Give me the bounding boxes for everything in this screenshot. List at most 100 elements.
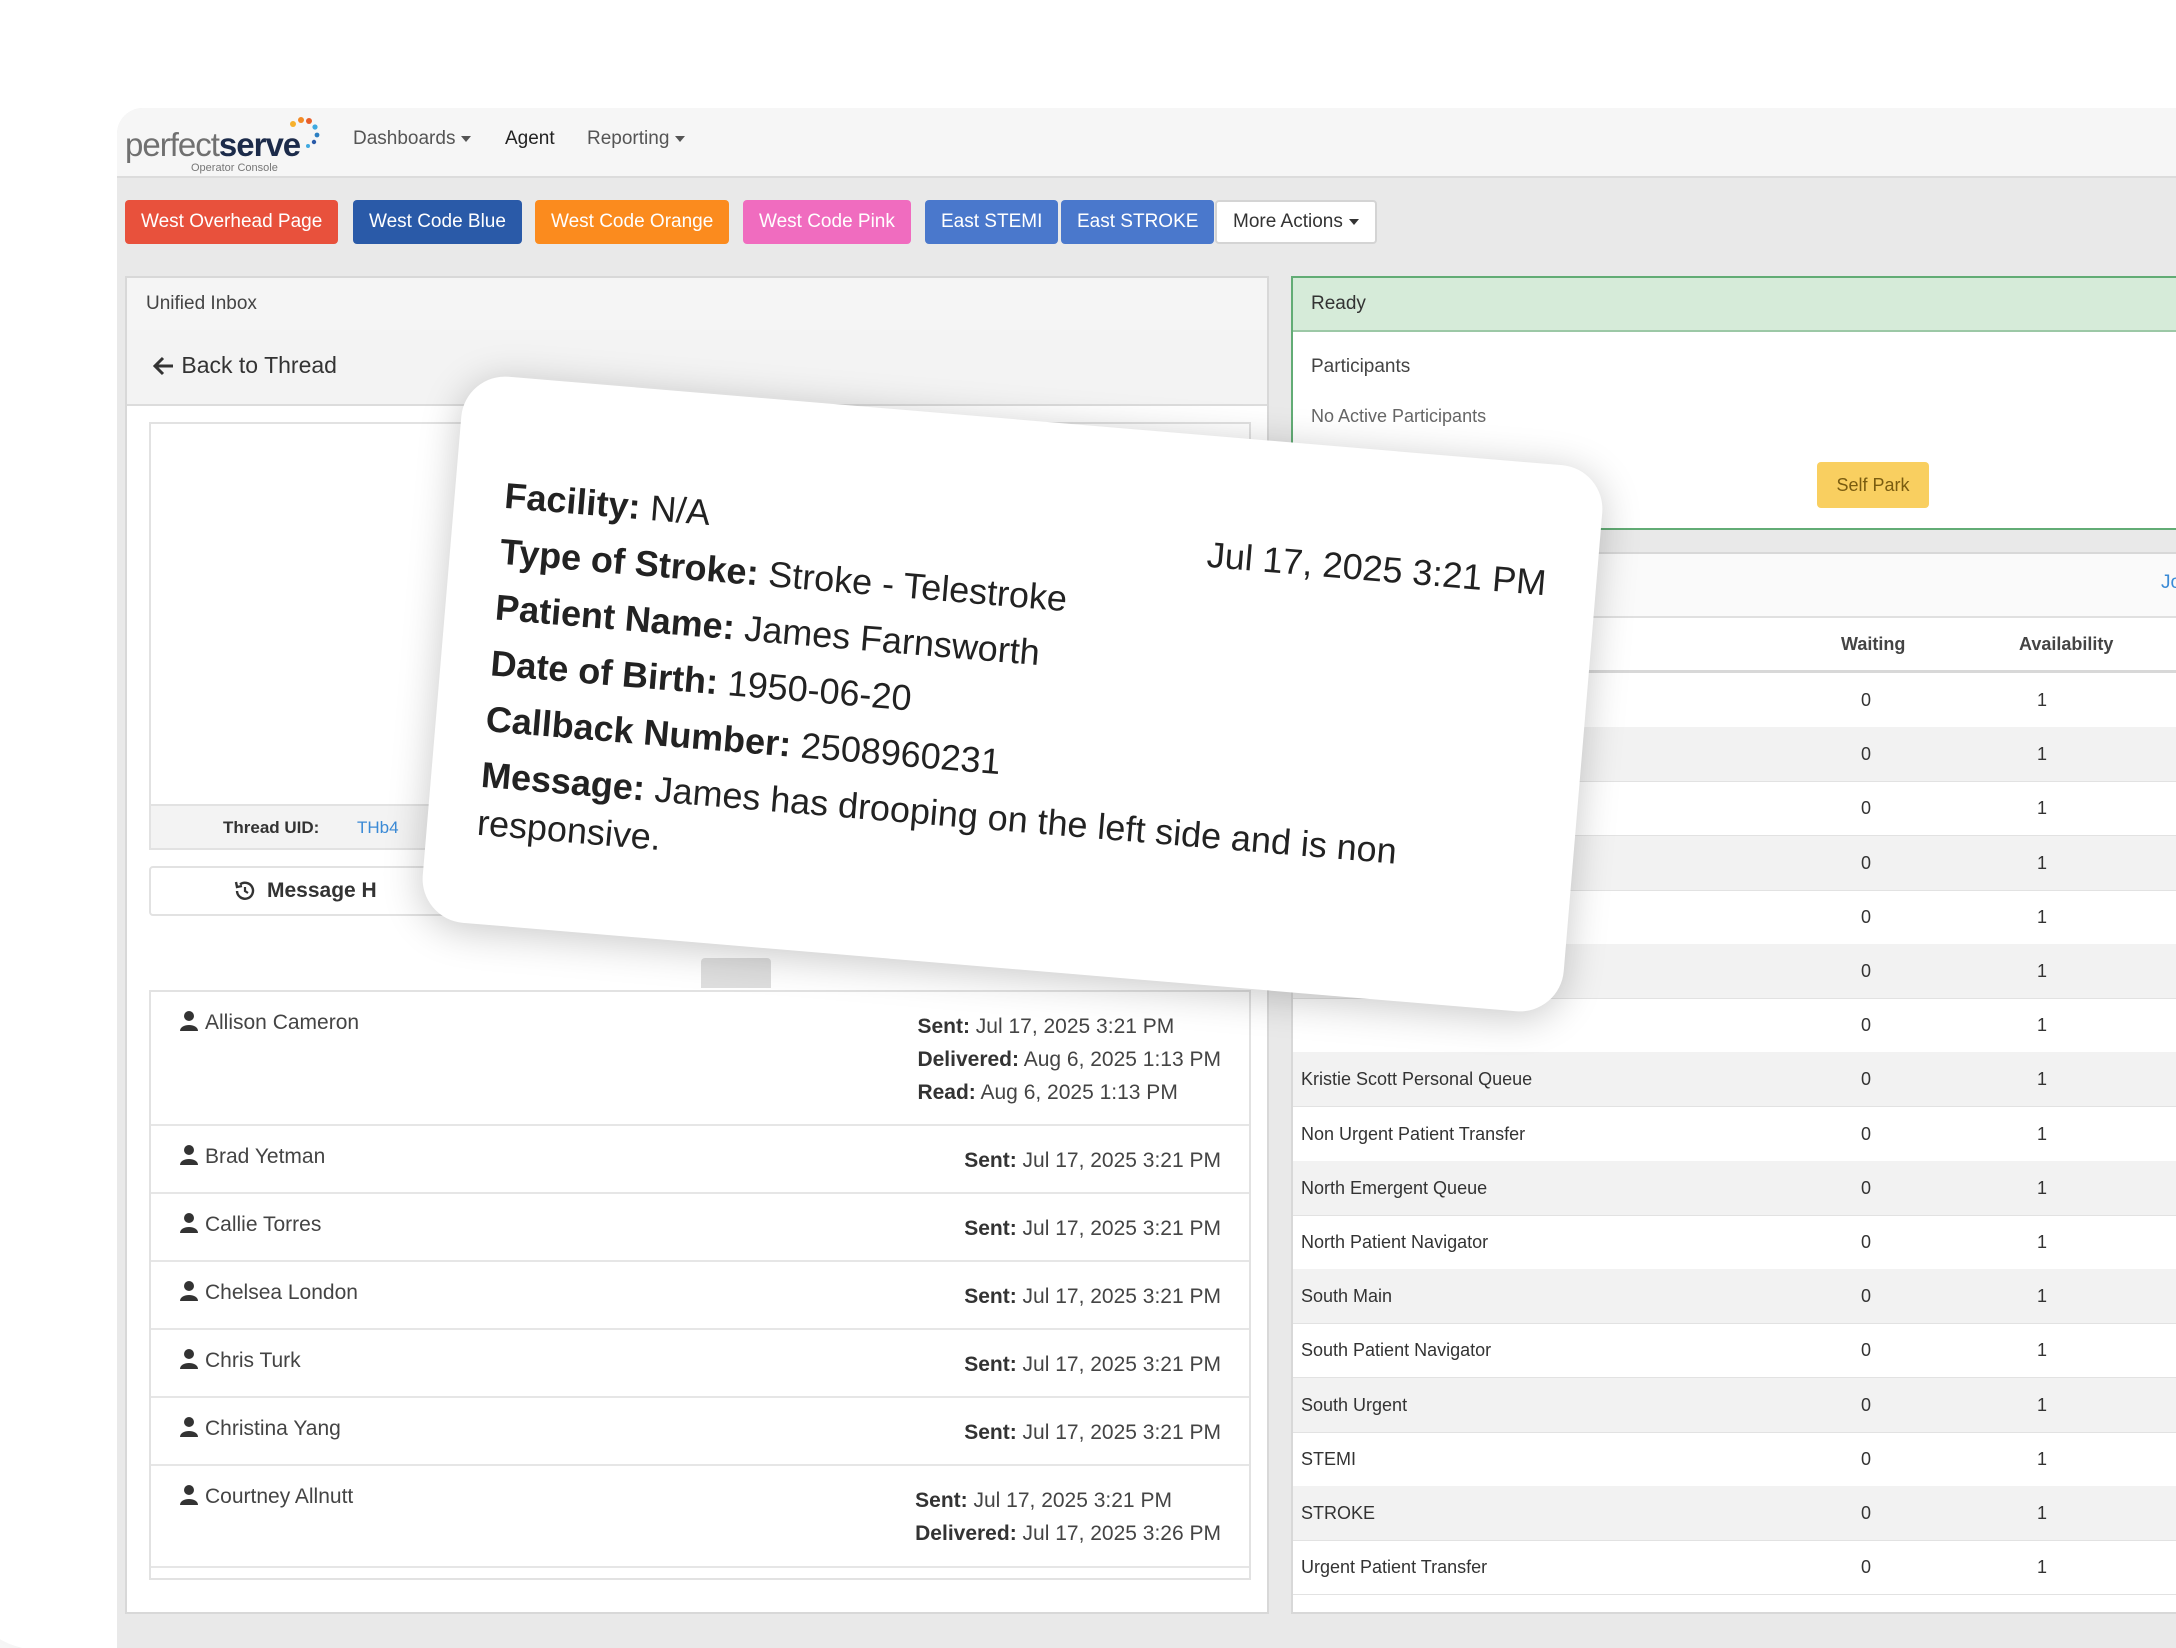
queue-waiting: 0 (1861, 1232, 1872, 1252)
queue-waiting: 0 (1861, 1069, 1872, 1090)
queue-row[interactable]: South Main 0 1 (1293, 1269, 2176, 1325)
recipient-status: Sent: Jul 17, 2025 3:21 PM (964, 1416, 1221, 1449)
sent-value: Jul 17, 2025 3:21 PM (1022, 1217, 1221, 1240)
status-title: Ready (1293, 278, 2176, 332)
queue-name: STROKE (1301, 1503, 1376, 1523)
field-value: 2508960231 (789, 723, 1003, 783)
nav-reporting-label: Reporting (587, 128, 670, 149)
sent-label: Sent: (917, 1015, 970, 1038)
sent-value: Jul 17, 2025 3:21 PM (1022, 1421, 1221, 1444)
recipient-list: Allison Cameron Sent: Jul 17, 2025 3:21 … (149, 990, 1251, 1580)
recipient-row: Allison Cameron Sent: Jul 17, 2025 3:21 … (151, 992, 1249, 1126)
queue-waiting: 0 (1861, 1123, 1872, 1144)
queue-row[interactable]: 01 (1293, 998, 2176, 1054)
queue-waiting: 0 (1861, 852, 1872, 873)
message-history-label: Message H (267, 879, 377, 902)
queue-row[interactable]: STROKE 0 1 (1293, 1486, 2176, 1541)
east-stroke-button[interactable]: East STROKE (1061, 200, 1215, 244)
message-timestamp: Jul 17, 2025 3:21 PM (1205, 533, 1548, 604)
queue-toolbar-link[interactable]: Jo (2161, 572, 2176, 594)
queue-waiting: 0 (1861, 798, 1872, 819)
recipient-name-text: Callie Torres (205, 1213, 322, 1236)
recipient-name: Courtney Allnutt (179, 1484, 353, 1509)
read-value: Aug 6, 2025 1:13 PM (980, 1081, 1178, 1104)
queue-name: South Patient Navigator (1301, 1340, 1492, 1361)
delivered-line: Delivered: Jul 17, 2025 3:26 PM (915, 1517, 1221, 1550)
column-waiting: Waiting (1841, 634, 1906, 654)
sent-value: Jul 17, 2025 3:21 PM (1022, 1353, 1221, 1376)
recipient-status: Sent: Jul 17, 2025 3:21 PM Delivered: Au… (917, 1010, 1221, 1109)
message-detail-card: Jul 17, 2025 3:21 PM Facility: N/A Type … (419, 373, 1606, 1015)
recipient-name-text: Courtney Allnutt (205, 1485, 354, 1508)
west-code-pink-button[interactable]: West Code Pink (743, 200, 911, 244)
queue-row[interactable]: Kristie Scott Personal Queue 0 1 (1293, 1052, 2176, 1108)
recipient-row: Brad Yetman Sent: Jul 17, 2025 3:21 PM (151, 1126, 1249, 1194)
sent-value: Jul 17, 2025 3:21 PM (975, 1015, 1175, 1038)
queue-row[interactable]: North Patient Navigator 0 1 (1293, 1215, 2176, 1270)
self-park-button[interactable]: Self Park (1817, 462, 1929, 508)
queue-availability: 1 (2037, 1503, 2048, 1523)
field-label: Date of Birth: (489, 642, 720, 703)
queue-waiting: 0 (1861, 906, 1872, 927)
recipient-row: Christina Yang Sent: Jul 17, 2025 3:21 P… (151, 1398, 1249, 1466)
logo-subtitle: Operator Console (191, 162, 278, 174)
inbox-title: Unified Inbox (127, 278, 1267, 332)
queue-row[interactable]: South Urgent 0 1 (1293, 1377, 2176, 1433)
field-facility: Facility: N/A (503, 475, 712, 534)
field-label: Message: (479, 753, 647, 809)
sent-value: Jul 17, 2025 3:21 PM (1022, 1149, 1221, 1172)
perfectserve-logo[interactable]: perfectserve Operator Console (125, 114, 325, 174)
recipient-name: Chelsea London (179, 1280, 358, 1305)
queue-waiting: 0 (1861, 1177, 1872, 1198)
message-continuation: responsive. (475, 801, 663, 859)
sent-label: Sent: (915, 1489, 968, 1512)
queue-availability: 1 (2037, 1286, 2048, 1307)
queue-row[interactable]: South Patient Navigator 0 1 (1293, 1323, 2176, 1379)
west-overhead-page-button[interactable]: West Overhead Page (125, 200, 339, 244)
queue-row[interactable]: Non Urgent Patient Transfer 0 1 (1293, 1107, 2176, 1162)
west-code-blue-button[interactable]: West Code Blue (353, 200, 522, 244)
nav-dashboards-label: Dashboards (353, 128, 456, 149)
person-icon (180, 1145, 198, 1165)
recipient-name: Brad Yetman (179, 1144, 325, 1169)
east-stemi-button[interactable]: East STEMI (925, 200, 1059, 244)
top-navbar: perfectserve Operator Console Dashboards… (117, 108, 2176, 178)
delivered-value: Aug 6, 2025 1:13 PM (1023, 1048, 1221, 1071)
sent-label: Sent: (964, 1285, 1017, 1308)
west-code-orange-button[interactable]: West Code Orange (535, 200, 730, 244)
person-icon (180, 1213, 198, 1233)
logo-part-perfect: perfect (125, 126, 220, 163)
caret-down-icon (461, 135, 472, 142)
thread-uid-value[interactable]: THb4 (357, 818, 399, 838)
recipient-name-text: Allison Cameron (205, 1011, 360, 1034)
queue-row[interactable]: STEMI 0 1 (1293, 1432, 2176, 1487)
queue-availability: 1 (2037, 852, 2048, 873)
recipient-name: Chris Turk (179, 1348, 301, 1373)
back-to-thread-link[interactable]: Back to Thread (152, 352, 337, 379)
recipient-status: Sent: Jul 17, 2025 3:21 PM (964, 1212, 1221, 1245)
history-icon (234, 881, 255, 900)
queue-availability: 1 (2037, 1557, 2048, 1578)
queue-row[interactable]: Urgent Patient Transfer 0 1 (1293, 1540, 2176, 1596)
sent-line: Sent: Jul 17, 2025 3:21 PM (915, 1484, 1221, 1517)
queue-availability: 1 (2037, 1015, 2048, 1036)
nav-agent[interactable]: Agent (505, 128, 555, 150)
queue-availability: 1 (2037, 744, 2048, 765)
field-label: Callback Number: (484, 698, 793, 765)
queue-waiting: 0 (1861, 1286, 1872, 1307)
person-icon (180, 1281, 198, 1301)
field-label: Patient Name: (493, 586, 737, 648)
recipient-name: Christina Yang (179, 1416, 341, 1441)
recipient-row: Chelsea London Sent: Jul 17, 2025 3:21 P… (151, 1262, 1249, 1330)
arrow-left-icon (152, 356, 173, 376)
queue-row[interactable]: North Emergent Queue 0 1 (1293, 1160, 2176, 1216)
more-actions-dropdown[interactable]: More Actions (1215, 200, 1377, 244)
delivered-label: Delivered: (917, 1048, 1019, 1071)
field-value: James has drooping on the left side and … (643, 767, 1399, 872)
person-icon (180, 1011, 198, 1031)
queue-availability: 1 (2037, 906, 2048, 927)
nav-reporting[interactable]: Reporting (587, 128, 686, 150)
person-icon (180, 1349, 198, 1369)
nav-dashboards[interactable]: Dashboards (353, 128, 472, 150)
column-availability: Availability (2019, 634, 2114, 654)
